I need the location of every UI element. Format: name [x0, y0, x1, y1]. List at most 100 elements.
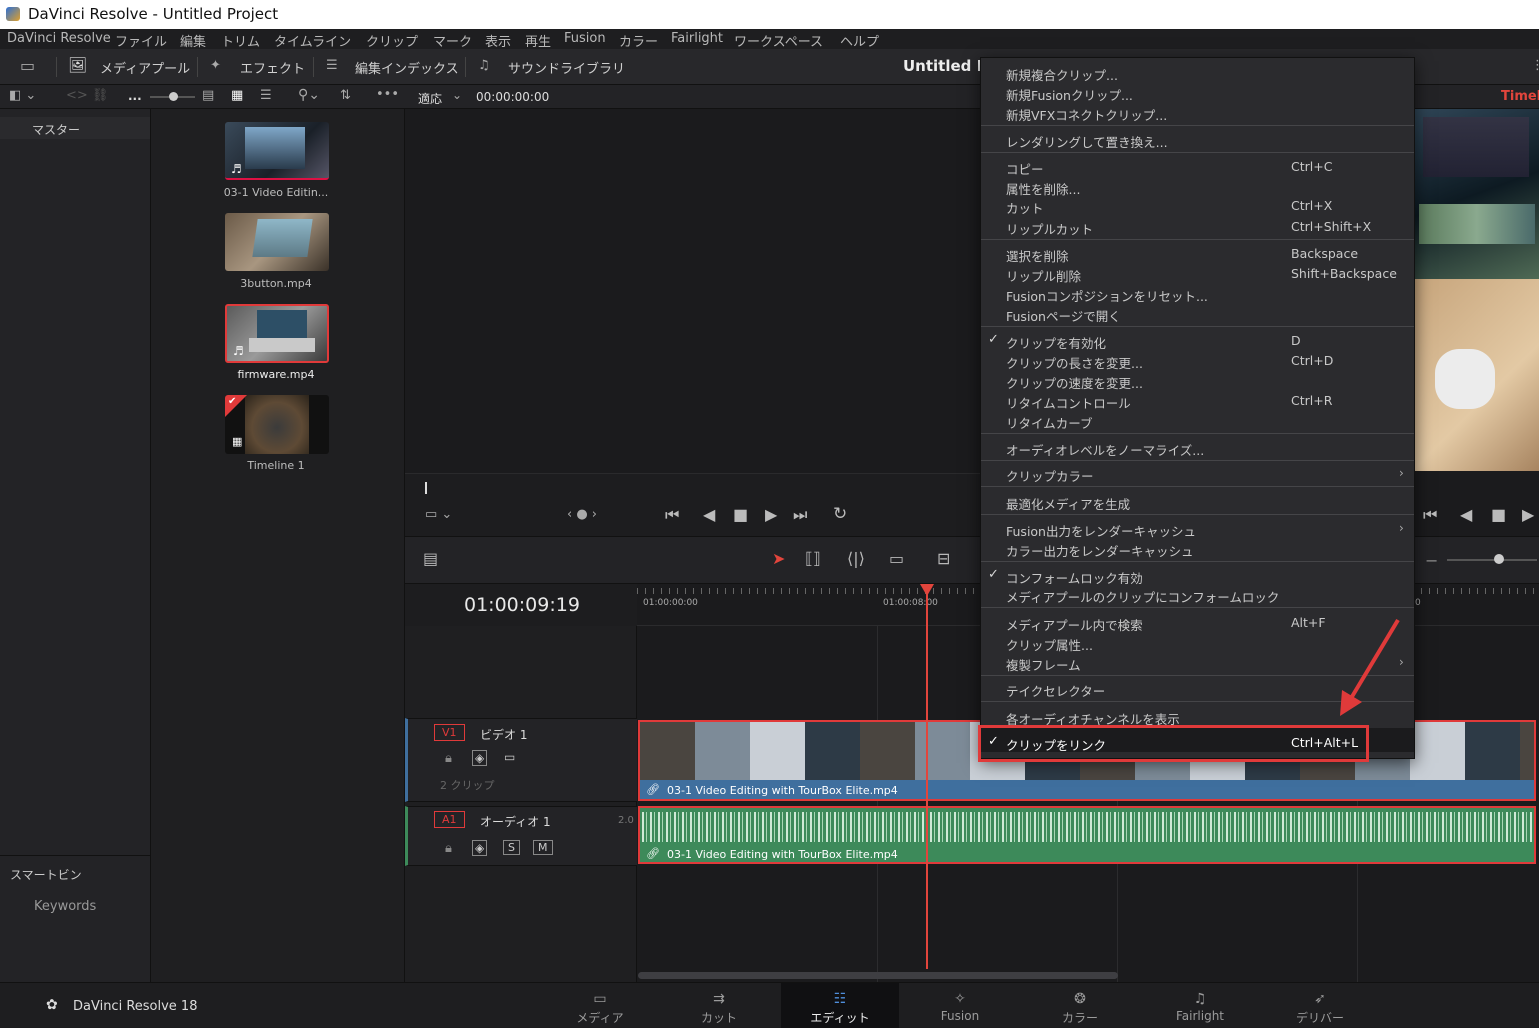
- skip-end-icon[interactable]: ⏭: [793, 505, 807, 525]
- skip-start-icon[interactable]: ⏮: [665, 505, 679, 525]
- solo-button[interactable]: S: [503, 840, 520, 855]
- audio-track-header[interactable]: A1 オーディオ 1 2.0 🔒︎ ◈ S M: [405, 806, 637, 866]
- trim-tool-icon[interactable]: ⟦⟧: [805, 549, 821, 568]
- menu-item-change-duration[interactable]: クリップの長さを変更...: [1006, 353, 1143, 372]
- clip-thumbnail[interactable]: [225, 213, 329, 271]
- menu-item-clip-attributes[interactable]: クリップ属性...: [1006, 635, 1093, 654]
- source-playhead[interactable]: [425, 482, 427, 494]
- menu-item-change-speed[interactable]: クリップの速度を変更...: [1006, 373, 1143, 392]
- menu-file[interactable]: ファイル: [115, 31, 167, 50]
- page-fusion[interactable]: ✧ Fusion: [901, 983, 1019, 1028]
- menu-color[interactable]: カラー: [619, 31, 658, 50]
- zoom-fit-select[interactable]: 適応: [418, 90, 442, 107]
- timeline-zoom-handle[interactable]: [1494, 554, 1504, 564]
- track-id-v1[interactable]: V1: [434, 724, 465, 741]
- menu-item-duplicate-frames[interactable]: 複製フレーム: [1006, 655, 1081, 674]
- menu-item-render-cache-color[interactable]: カラー出力をレンダーキャッシュ: [1006, 541, 1194, 560]
- sound-library-button[interactable]: サウンドライブラリ: [508, 58, 625, 77]
- mute-button[interactable]: M: [533, 840, 553, 855]
- menu-item-new-vfx-clip[interactable]: 新規VFXコネクトクリップ...: [1006, 105, 1167, 124]
- page-color[interactable]: ❂ カラー: [1021, 983, 1139, 1028]
- menu-workspace[interactable]: ワークスペース: [734, 31, 823, 50]
- lock-icon[interactable]: 🔒︎: [445, 751, 452, 766]
- menu-clip[interactable]: クリップ: [366, 31, 418, 50]
- page-fairlight[interactable]: ♫ Fairlight: [1141, 983, 1259, 1028]
- menu-item-retime-curve[interactable]: リタイムカーブ: [1006, 413, 1093, 432]
- menu-item-normalize-audio[interactable]: オーディオレベルをノーマライズ...: [1006, 440, 1204, 459]
- menu-item-clip-color[interactable]: クリップカラー: [1006, 466, 1094, 485]
- edit-index-button[interactable]: 編集インデックス: [355, 58, 459, 77]
- skip-start-icon[interactable]: ⏮: [1423, 505, 1437, 525]
- layout-icon[interactable]: ◧ ⌄: [9, 88, 36, 103]
- menu-view[interactable]: 表示: [485, 31, 511, 50]
- menu-item-conform-lock-media-pool[interactable]: メディアプールのクリップにコンフォームロック: [1006, 587, 1279, 606]
- menu-item-render-replace[interactable]: レンダリングして置き換え...: [1006, 132, 1168, 151]
- zoom-out-icon[interactable]: −: [1425, 551, 1438, 570]
- search-icon[interactable]: ⚲⌄: [298, 87, 320, 103]
- master-bin[interactable]: マスター: [0, 117, 150, 139]
- menu-item-remove-attributes[interactable]: 属性を削除...: [1006, 179, 1080, 198]
- menu-item-ripple-cut[interactable]: リップルカット: [1006, 219, 1093, 238]
- menu-item-find-in-media-pool[interactable]: メディアプール内で検索: [1006, 615, 1143, 634]
- menu-mark[interactable]: マーク: [433, 31, 472, 50]
- thumb-size-handle[interactable]: [169, 92, 178, 101]
- track-id-a1[interactable]: A1: [434, 811, 465, 828]
- media-pool-button[interactable]: メディアプール: [100, 58, 190, 77]
- menu-item-generate-optimized-media[interactable]: 最適化メディアを生成: [1006, 494, 1130, 513]
- menu-item-enable-clip[interactable]: クリップを有効化: [1006, 333, 1106, 352]
- stop-icon[interactable]: ■: [733, 505, 748, 524]
- play-icon[interactable]: ▶: [765, 505, 777, 524]
- lock-icon[interactable]: 🔒︎: [445, 841, 452, 856]
- thumbnail-view-icon[interactable]: ▦: [231, 88, 243, 103]
- audio-clip[interactable]: 🔗︎ 03-1 Video Editing with TourBox Elite…: [638, 806, 1536, 864]
- menu-fusion[interactable]: Fusion: [564, 31, 606, 46]
- stop-icon[interactable]: ■: [1491, 505, 1506, 524]
- page-media[interactable]: ▭ メディア: [541, 983, 659, 1028]
- menu-item-reset-fusion[interactable]: Fusionコンポジションをリセット...: [1006, 286, 1208, 305]
- menu-item-cut[interactable]: カット: [1006, 198, 1044, 217]
- menu-item-delete-selected[interactable]: 選択を削除: [1006, 246, 1069, 265]
- loop-icon[interactable]: ↻: [833, 504, 847, 524]
- clip-thumbnail-selected[interactable]: ♬: [225, 304, 329, 363]
- list-view-icon[interactable]: ☰: [260, 88, 272, 103]
- menu-item-new-fusion-clip[interactable]: 新規Fusionクリップ...: [1006, 85, 1133, 104]
- menu-fairlight[interactable]: Fairlight: [671, 31, 723, 46]
- page-edit-active[interactable]: ☷ エディット: [781, 983, 899, 1028]
- menu-item-take-selector[interactable]: テイクセレクター: [1006, 681, 1105, 700]
- panel-toggle-icon[interactable]: ⋮: [1531, 58, 1539, 73]
- page-deliver[interactable]: ➶ デリバー: [1261, 983, 1379, 1028]
- auto-select-icon[interactable]: ◈: [472, 840, 488, 856]
- timeline-zoom-slider[interactable]: [1447, 559, 1537, 561]
- auto-select-icon[interactable]: ◈: [472, 750, 488, 766]
- menu-help[interactable]: ヘルプ: [840, 31, 879, 50]
- timeline-thumbnail[interactable]: ✔ ▦: [225, 395, 329, 454]
- menu-playback[interactable]: 再生: [525, 31, 551, 50]
- track-output-icon[interactable]: ▭: [504, 750, 515, 764]
- playhead-handle[interactable]: [920, 584, 934, 596]
- blade-tool-icon[interactable]: ▭: [889, 549, 904, 568]
- video-track-header[interactable]: V1 ビデオ 1 🔒︎ ◈ ▭ 2 クリップ: [405, 718, 637, 802]
- chevron-down-icon[interactable]: ⌄: [452, 88, 462, 102]
- play-reverse-icon[interactable]: ◀: [1460, 505, 1472, 524]
- timeline-scrollbar[interactable]: [638, 972, 1118, 979]
- menu-item-ripple-delete[interactable]: リップル削除: [1006, 266, 1081, 285]
- menu-trim[interactable]: トリム: [221, 31, 260, 50]
- effects-button[interactable]: エフェクト: [240, 58, 305, 77]
- play-reverse-icon[interactable]: ◀: [703, 505, 715, 524]
- insert-clip-icon[interactable]: ⊟: [937, 549, 950, 568]
- jog-control-icon[interactable]: ‹ ● ›: [567, 507, 597, 522]
- menu-item-open-fusion[interactable]: Fusionページで開く: [1006, 306, 1121, 325]
- menu-davinci[interactable]: DaVinci Resolve: [7, 31, 111, 46]
- metadata-view-icon[interactable]: ▤: [202, 88, 214, 103]
- menu-item-copy[interactable]: コピー: [1006, 159, 1044, 178]
- dynamic-trim-icon[interactable]: ⟨|⟩: [847, 549, 865, 568]
- viewer-mode-icon[interactable]: ▭ ⌄: [425, 507, 452, 522]
- selection-tool-icon[interactable]: ➤: [772, 549, 785, 568]
- page-cut[interactable]: ⇉ カット: [660, 983, 778, 1028]
- menu-item-new-compound-clip[interactable]: 新規複合クリップ...: [1006, 65, 1118, 84]
- menu-timeline[interactable]: タイムライン: [274, 31, 351, 50]
- clip-thumbnail[interactable]: ♬: [225, 122, 329, 180]
- more-button[interactable]: ...: [128, 89, 142, 103]
- keywords-bin[interactable]: Keywords: [34, 899, 96, 914]
- sort-icon[interactable]: ⇅: [340, 88, 351, 103]
